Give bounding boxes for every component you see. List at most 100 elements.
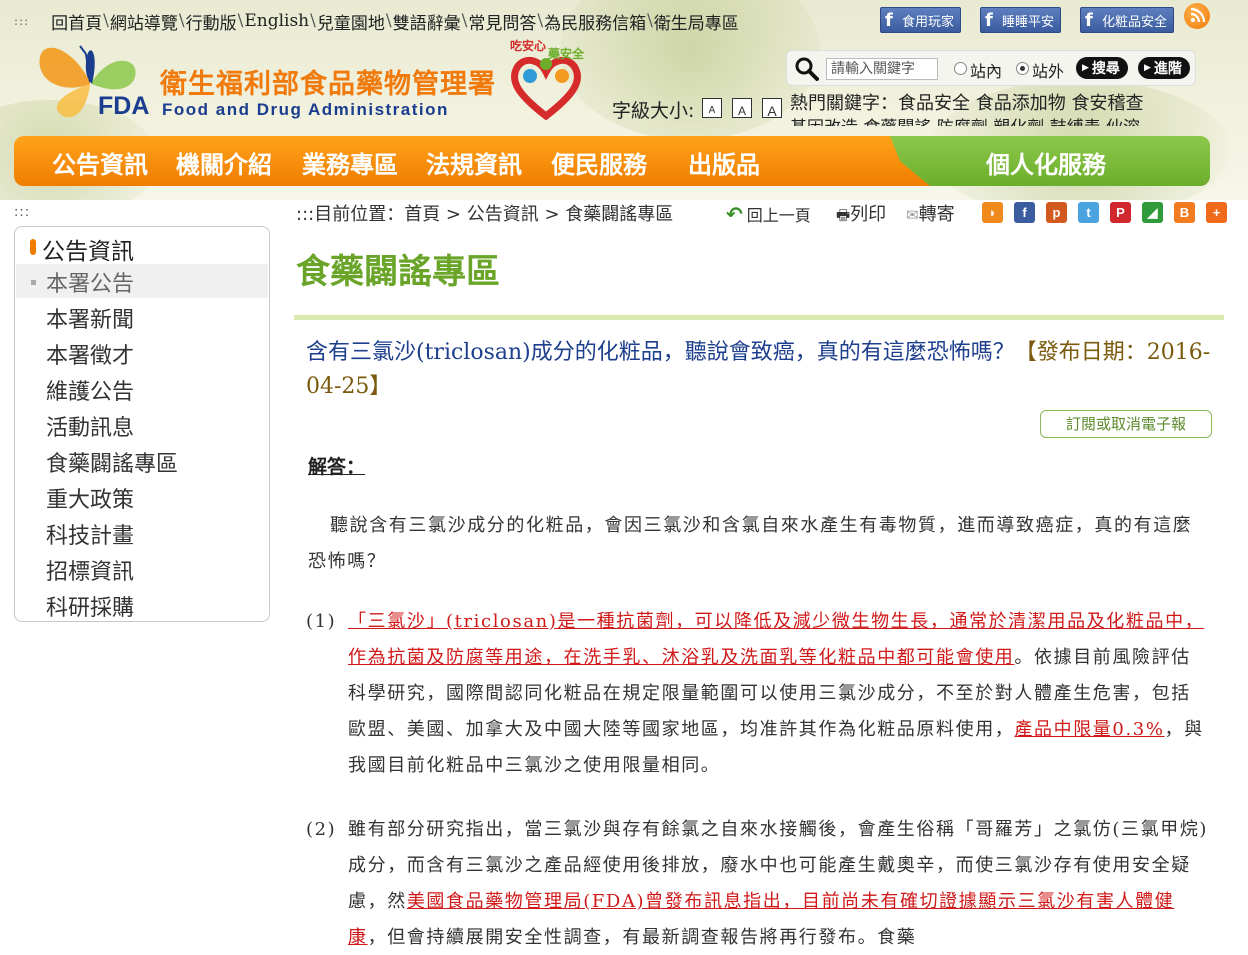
list-item: (1) 「三氯沙」(triclosan)是一種抗菌劑，可以降低及減少微生物生長，… bbox=[306, 604, 1210, 784]
sidebar-item-maintenance[interactable]: 維護公告 bbox=[46, 374, 134, 406]
site-out-radio[interactable] bbox=[1016, 62, 1029, 75]
link-mailbox[interactable]: 為民服務信箱 bbox=[544, 9, 646, 34]
play-arrow-icon: ▶ bbox=[1082, 63, 1089, 73]
sidebar-item-policy[interactable]: 重大政策 bbox=[46, 482, 134, 514]
top-link-bar: ::: 回首頁 \ 網站導覽 \ 行動版 \ English \ 兒童園地 \ 雙語辭彙 \… bbox=[14, 8, 739, 34]
facebook-icon: f bbox=[1085, 9, 1093, 31]
link-health-bureau[interactable]: 衛生局專區 bbox=[654, 9, 739, 34]
mascot-text: 吃安心 bbox=[510, 38, 546, 53]
facebook-share-icon[interactable]: f bbox=[1014, 202, 1035, 223]
hot-keywords: 熱門關鍵字：食品安全 食品添加物 食安稽查 基因改造 食藥闢謠 防腐劑 塑化劑 … bbox=[790, 92, 1194, 126]
nav-services[interactable]: 便民服務 bbox=[551, 145, 647, 180]
rss-glyph bbox=[1190, 7, 1206, 23]
play-arrow-icon: ▶ bbox=[1144, 63, 1151, 73]
list-item-text: 雖有部分研究指出，當三氯沙與存有餘氯之自來水接觸後，會產生俗稱「哥羅芳」之氯仿(… bbox=[348, 812, 1210, 955]
forward-label: 轉寄 bbox=[918, 204, 955, 225]
back-label: 回上一頁 bbox=[746, 206, 811, 225]
separator: \ bbox=[103, 11, 109, 31]
sidebar-item-procurement[interactable]: 科研採購 bbox=[46, 590, 134, 622]
font-size-small-button[interactable]: A bbox=[702, 98, 722, 118]
rss-icon[interactable] bbox=[1184, 3, 1210, 29]
nav-about[interactable]: 機關介紹 bbox=[176, 145, 272, 180]
sidebar-item-events[interactable]: 活動訊息 bbox=[46, 410, 134, 442]
pinterest-share-icon[interactable]: P bbox=[1110, 202, 1131, 223]
site-in-label: 站內 bbox=[970, 62, 1003, 81]
advanced-search-label: 進階 bbox=[1153, 61, 1182, 77]
hot-keywords-line2[interactable]: 基因改造 食藥闢謠 防腐劑 塑化劑 鼓縛毒 伙溶 bbox=[790, 116, 1194, 126]
agency-fda-mark: FDA bbox=[98, 92, 150, 120]
sidebar-item-announcements[interactable]: 本署公告 bbox=[46, 266, 134, 298]
sidebar-item-news[interactable]: 本署新聞 bbox=[46, 302, 134, 334]
site-out-label: 站外 bbox=[1032, 62, 1065, 81]
separator: \ bbox=[310, 11, 316, 31]
google-share-icon[interactable]: ◢ bbox=[1142, 202, 1163, 223]
sidebar-title-marker bbox=[30, 239, 36, 255]
print-button[interactable]: 🖶列印 bbox=[836, 200, 886, 230]
facebook-icon: f bbox=[885, 9, 893, 31]
article-title-text: 含有三氯沙(triclosan)成分的化粧品，聽說會致癌，真的有這麼恐怖嗎？ bbox=[306, 340, 1015, 365]
highlight-text: 產品中限量0.3% bbox=[1014, 719, 1165, 740]
sidebar-item-tenders[interactable]: 招標資訊 bbox=[46, 554, 134, 586]
search-input[interactable] bbox=[826, 58, 938, 80]
link-glossary[interactable]: 雙語辭彙 bbox=[393, 9, 461, 34]
sidebar-bullet bbox=[31, 280, 36, 285]
link-kids[interactable]: 兒童園地 bbox=[317, 9, 385, 34]
page-title: 食藥闢謠專區 bbox=[296, 252, 500, 292]
hot-keywords-label: 熱門關鍵字： bbox=[790, 93, 898, 114]
mail-icon: ✉ bbox=[906, 206, 919, 224]
agency-title-zh: 衛生福利部食品藥物管理署 bbox=[160, 69, 496, 100]
answer-heading: 解答： bbox=[308, 456, 366, 478]
list-item: (2) 雖有部分研究指出，當三氯沙與存有餘氯之自來水接觸後，會產生俗稱「哥羅芳」… bbox=[306, 812, 1210, 955]
sidebar-item-tech-plans[interactable]: 科技計畫 bbox=[46, 518, 134, 550]
link-sitemap[interactable]: 網站導覽 bbox=[110, 9, 178, 34]
nav-business[interactable]: 業務專區 bbox=[302, 145, 398, 180]
advanced-search-button[interactable]: ▶ 進階 bbox=[1138, 57, 1190, 79]
nav-regulations[interactable]: 法規資訊 bbox=[426, 145, 522, 180]
print-label: 列印 bbox=[850, 204, 887, 225]
left-accesskey-dots[interactable]: ::: bbox=[14, 205, 30, 220]
nav-announcements[interactable]: 公告資訊 bbox=[52, 145, 148, 180]
link-mobile[interactable]: 行動版 bbox=[186, 9, 237, 34]
forward-button[interactable]: ✉轉寄 bbox=[906, 200, 955, 226]
back-button[interactable]: ↶ 回上一頁 bbox=[726, 202, 811, 226]
body-text: ，但會持續展開安全性調查，有最新調查報告將再行發布。食藥 bbox=[367, 927, 917, 948]
facebook-cosmetics-button[interactable]: f 化粧品安全 bbox=[1080, 7, 1175, 33]
search-button[interactable]: ▶ 搜尋 bbox=[1076, 57, 1128, 79]
facebook-food-button[interactable]: f 食用玩家 bbox=[880, 7, 962, 33]
search-icon bbox=[795, 57, 819, 81]
sidebar-item-rumors[interactable]: 食藥闢謠專區 bbox=[46, 446, 178, 478]
agency-title-en: Food and Drug Administration bbox=[162, 100, 449, 119]
site-in-radio[interactable] bbox=[954, 62, 967, 75]
twitter-share-icon[interactable]: t bbox=[1078, 202, 1099, 223]
facebook-icon: f bbox=[985, 9, 993, 31]
separator: \ bbox=[237, 11, 244, 31]
facebook-sleep-label: 睡睡平安 bbox=[1002, 14, 1055, 30]
plurk-share-icon[interactable]: p bbox=[1046, 202, 1067, 223]
link-english[interactable]: English bbox=[244, 11, 309, 31]
nav-personal-service[interactable]: 個人化服務 bbox=[986, 145, 1106, 180]
hot-keywords-line1[interactable]: 食品安全 食品添加物 食安稽查 bbox=[898, 93, 1143, 114]
font-size-label: 字級大小: bbox=[612, 100, 695, 122]
sidebar-title[interactable]: 公告資訊 bbox=[42, 232, 134, 266]
rss-share-icon[interactable]: ◗ bbox=[982, 202, 1003, 223]
font-size-medium-button[interactable]: A bbox=[732, 98, 752, 118]
food-drug-safety-mascot-icon[interactable]: 吃安心 藥安全 bbox=[500, 36, 592, 128]
facebook-food-label: 食用玩家 bbox=[902, 14, 955, 30]
blogger-share-icon[interactable]: B bbox=[1174, 202, 1195, 223]
separator: \ bbox=[537, 11, 544, 31]
search-button-label: 搜尋 bbox=[1091, 61, 1120, 77]
nav-publications[interactable]: 出版品 bbox=[688, 145, 760, 180]
sidebar-item-jobs[interactable]: 本署徵才 bbox=[46, 338, 134, 370]
intro-paragraph: 聽說含有三氯沙成分的化粧品，會因三氯沙和含氯自來水產生有毒物質，進而導致癌症，真… bbox=[308, 515, 1193, 572]
facebook-cosmetics-label: 化粧品安全 bbox=[1102, 14, 1168, 30]
link-home[interactable]: 回首頁 bbox=[51, 9, 102, 34]
more-share-icon[interactable]: + bbox=[1206, 202, 1227, 223]
subscribe-newsletter-button[interactable]: 訂閱或取消電子報 bbox=[1040, 410, 1212, 438]
facebook-sleep-button[interactable]: f 睡睡平安 bbox=[980, 7, 1062, 33]
accesskey-dots[interactable]: ::: bbox=[14, 14, 29, 28]
article-title: 含有三氯沙(triclosan)成分的化粧品，聽說會致癌，真的有這麼恐怖嗎？【發… bbox=[306, 336, 1216, 404]
font-size-large-button[interactable]: A bbox=[762, 98, 782, 119]
link-faq[interactable]: 常見問答 bbox=[468, 9, 536, 34]
title-divider bbox=[294, 315, 1224, 320]
list-item-number: (1) bbox=[306, 611, 337, 632]
